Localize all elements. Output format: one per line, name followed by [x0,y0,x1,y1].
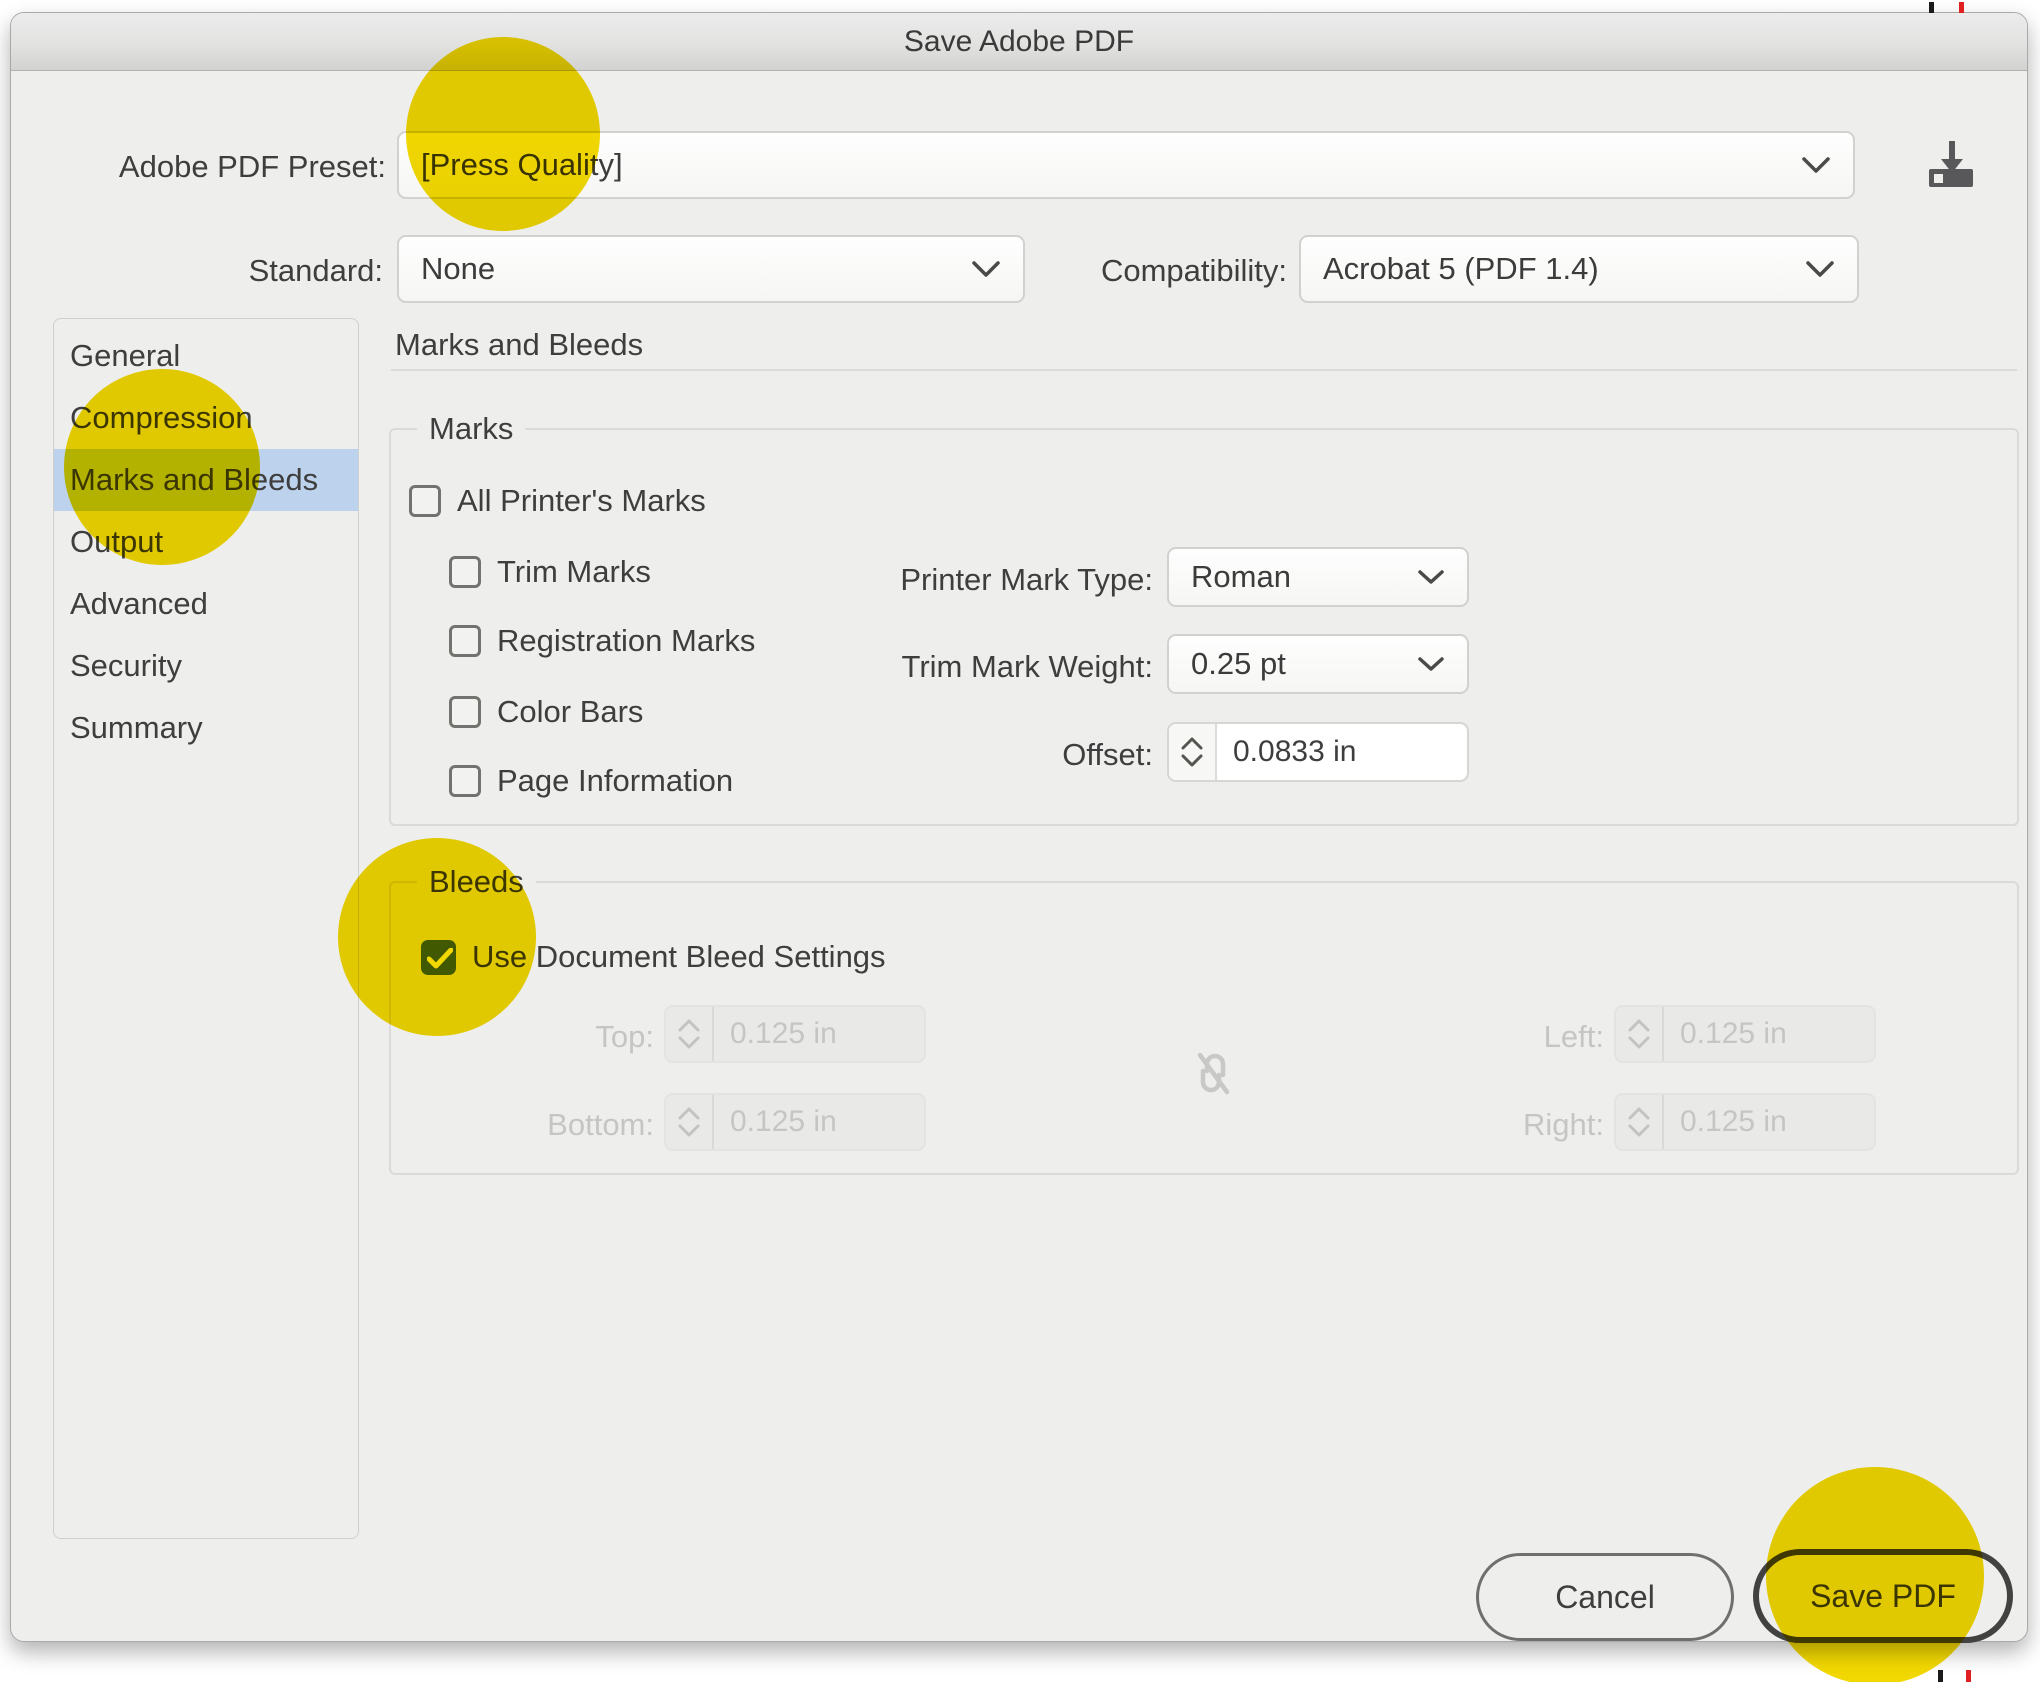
checkbox-trim-marks[interactable]: Trim Marks [449,554,651,590]
checkbox-box[interactable] [421,940,456,975]
save-pdf-button[interactable]: Save PDF [1753,1549,2013,1643]
bleed-bottom-field: 0.125 in [664,1093,926,1151]
chevron-down-icon [677,1036,701,1049]
checkbox-label: Trim Marks [497,554,651,590]
chevron-down-icon [1805,260,1835,278]
trim-mark-weight-value: 0.25 pt [1169,646,1286,682]
standard-select[interactable]: None [397,235,1025,303]
offset-label: Offset: [711,737,1153,773]
sidebar-item-marks-and-bleeds[interactable]: Marks and Bleeds [54,449,358,511]
screenshot-canvas: Save Adobe PDF Adobe PDF Preset: [Press … [0,0,2040,1682]
checkbox-use-document-bleed-settings[interactable]: Use Document Bleed Settings [421,939,886,975]
compatibility-value: Acrobat 5 (PDF 1.4) [1301,251,1599,287]
save-preset-download-icon[interactable] [1917,131,1981,195]
save-adobe-pdf-dialog: Save Adobe PDF Adobe PDF Preset: [Press … [10,12,2028,1642]
chevron-down-icon [971,260,1001,278]
checkbox-registration-marks[interactable]: Registration Marks [449,623,755,659]
chevron-down-icon [1801,156,1831,174]
checkbox-color-bars[interactable]: Color Bars [449,694,643,730]
checkbox-label: All Printer's Marks [457,483,706,519]
chevron-down-icon [1417,656,1445,672]
sidebar-item-compression[interactable]: Compression [54,387,358,449]
printer-mark-type-select[interactable]: Roman [1167,547,1469,607]
bleed-top-stepper [666,1007,714,1061]
sidebar-item-general[interactable]: General [54,325,358,387]
bleed-bottom-label: Bottom: [434,1107,654,1143]
cancel-button-label: Cancel [1555,1579,1655,1616]
marks-group-legend: Marks [417,411,525,447]
compatibility-label: Compatibility: [1011,253,1287,289]
dialog-title: Save Adobe PDF [11,13,2027,71]
crop-tick-red-top [1959,2,1964,13]
offset-stepper[interactable] [1169,724,1217,780]
chevron-up-icon [1627,1107,1651,1120]
checkbox-page-information[interactable]: Page Information [449,763,733,799]
save-pdf-button-label: Save PDF [1810,1578,1956,1615]
bleed-right-stepper [1616,1095,1664,1149]
bleed-top-field: 0.125 in [664,1005,926,1063]
cancel-button[interactable]: Cancel [1476,1553,1734,1641]
sidebar-item-output[interactable]: Output [54,511,358,573]
chevron-up-icon [1627,1019,1651,1032]
chevron-down-icon [1627,1124,1651,1137]
checkmark-icon [427,948,453,970]
checkbox-label: Color Bars [497,694,643,730]
crop-tick-red-bottom [1966,1670,1971,1682]
bleed-bottom-value: 0.125 in [714,1095,837,1149]
bleed-left-label: Left: [1384,1019,1604,1055]
bleed-top-label: Top: [434,1019,654,1055]
checkbox-box[interactable] [409,485,441,517]
standard-value: None [399,251,495,287]
checkbox-box[interactable] [449,556,481,588]
printer-mark-type-label: Printer Mark Type: [711,562,1153,598]
offset-field[interactable]: 0.0833 in [1167,722,1469,782]
checkbox-box[interactable] [449,765,481,797]
checkbox-all-printers-marks[interactable]: All Printer's Marks [409,483,706,519]
chevron-down-icon [677,1124,701,1137]
settings-category-list: General Compression Marks and Bleeds Out… [53,318,359,1539]
bleeds-group-legend: Bleeds [417,864,536,900]
adobe-pdf-preset-select[interactable]: [Press Quality] [397,131,1855,199]
trim-mark-weight-select[interactable]: 0.25 pt [1167,634,1469,694]
crop-tick-black-bottom [1938,1670,1943,1682]
heading-divider [391,369,2017,371]
bleed-left-stepper [1616,1007,1664,1061]
checkbox-box[interactable] [449,625,481,657]
adobe-pdf-preset-label: Adobe PDF Preset: [71,149,386,185]
chevron-up-icon [1180,737,1204,750]
offset-value: 0.0833 in [1217,724,1356,780]
adobe-pdf-preset-value: [Press Quality] [399,147,623,183]
bleed-bottom-stepper [666,1095,714,1149]
chevron-up-icon [677,1107,701,1120]
chevron-down-icon [1417,569,1445,585]
page-title: Marks and Bleeds [395,327,643,363]
bleed-right-field: 0.125 in [1614,1093,1876,1151]
sidebar-item-summary[interactable]: Summary [54,697,358,759]
compatibility-select[interactable]: Acrobat 5 (PDF 1.4) [1299,235,1859,303]
standard-label: Standard: [71,253,383,289]
checkbox-label: Page Information [497,763,733,799]
checkbox-box[interactable] [449,696,481,728]
chevron-up-icon [677,1019,701,1032]
sidebar-item-advanced[interactable]: Advanced [54,573,358,635]
unlink-chain-icon [1187,1047,1239,1099]
bleed-right-label: Right: [1384,1107,1604,1143]
trim-mark-weight-label: Trim Mark Weight: [711,649,1153,685]
crop-tick-black-top [1929,2,1934,13]
bleed-left-value: 0.125 in [1664,1007,1787,1061]
sidebar-item-security[interactable]: Security [54,635,358,697]
printer-mark-type-value: Roman [1169,559,1291,595]
checkbox-label: Use Document Bleed Settings [472,939,886,975]
bleed-right-value: 0.125 in [1664,1095,1787,1149]
bleed-top-value: 0.125 in [714,1007,837,1061]
chevron-down-icon [1180,754,1204,767]
bleed-left-field: 0.125 in [1614,1005,1876,1063]
chevron-down-icon [1627,1036,1651,1049]
